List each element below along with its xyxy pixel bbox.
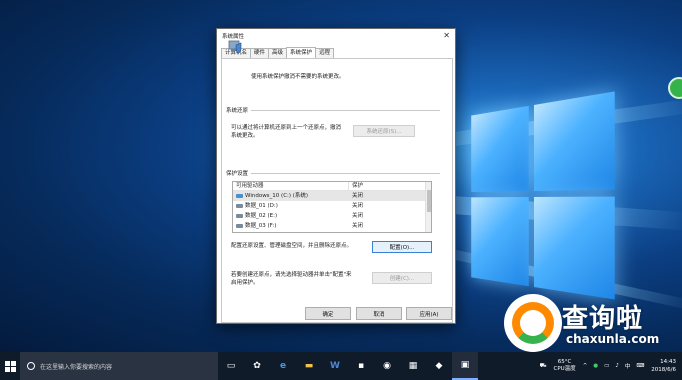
configure-button[interactable]: 配置(O)... [372, 241, 432, 253]
drive-row-f[interactable]: 数据_03 (F:) 关闭 [233, 221, 431, 231]
tray-chevron-icon[interactable]: ^ [580, 363, 591, 369]
drive-name: 数据_02 (E:) [245, 211, 277, 221]
tray-volume-icon[interactable]: ♪ [612, 363, 622, 369]
restore-group-divider [228, 110, 440, 111]
search-placeholder: 在这里输入你要搜索的内容 [40, 362, 112, 371]
create-button[interactable]: 创建(C)... [372, 272, 432, 284]
windows-start-icon [5, 361, 16, 372]
tray-network-icon[interactable]: ▭ [601, 363, 612, 369]
tab-system-protection[interactable]: 系统保护 [286, 47, 316, 58]
tray-app-icon[interactable]: ⛟ [537, 363, 550, 370]
tab-hardware[interactable]: 硬件 [250, 48, 269, 58]
start-button[interactable] [0, 352, 20, 380]
watermark-logo-q-icon [512, 302, 554, 344]
watermark-url: chaxunla.com [566, 332, 659, 346]
chaxunla-watermark: 查询啦 chaxunla.com [500, 290, 680, 360]
task-view-icon[interactable]: ▭ [218, 352, 244, 380]
tray-keyboard-icon[interactable]: ⌨ [633, 363, 647, 369]
create-description: 若要创建还原点，请先选择驱动器并单击"配置"来 启用保护。 [231, 271, 352, 287]
drive-list[interactable]: 可用驱动器 保护 Windows_10 (C:) (系统) 关闭 数据_01 (… [232, 181, 432, 233]
drive-icon [236, 214, 243, 218]
drive-row-e[interactable]: 数据_02 (E:) 关闭 [233, 211, 431, 221]
drive-status: 关闭 [349, 201, 363, 211]
windows-logo-graphic [471, 91, 615, 308]
restore-description: 可以通过将计算机还原到上一个还原点，撤消 系统更改。 [231, 124, 341, 140]
close-icon[interactable]: ✕ [443, 31, 450, 40]
dialog-titlebar[interactable]: 系统属性 [217, 29, 455, 43]
protection-group-title: 保护设置 [226, 169, 251, 177]
protection-description: 使用系统保护撤消不需要的系统更改。 [251, 72, 345, 80]
create-description-line2: 启用保护。 [231, 279, 352, 287]
drive-list-header: 可用驱动器 保护 [233, 182, 431, 191]
cpu-temp-label: CPU温度 [554, 366, 576, 373]
cpu-temperature[interactable]: 65°C CPU温度 [550, 359, 580, 373]
drive-status: 关闭 [349, 211, 363, 221]
drive-row-d[interactable]: 数据_01 (D:) 关闭 [233, 201, 431, 211]
drive-status: 关闭 [349, 221, 363, 231]
taskbar-clock[interactable]: 14:43 2018/6/6 [647, 358, 682, 374]
desktop-green-badge[interactable] [668, 77, 682, 99]
cpu-temp-value: 65°C [558, 359, 572, 366]
restore-description-line1: 可以通过将计算机还原到上一个还原点，撤消 [231, 124, 341, 132]
apply-button[interactable]: 应用(A) [406, 307, 452, 320]
cortana-icon [27, 362, 35, 370]
drive-icon [236, 204, 243, 208]
create-description-line1: 若要创建还原点，请先选择驱动器并单击"配置"来 [231, 271, 352, 279]
word-icon[interactable]: W [322, 352, 348, 380]
drive-icon [236, 224, 243, 228]
drive-row-c[interactable]: Windows_10 (C:) (系统) 关闭 [233, 191, 431, 201]
column-header-protection[interactable]: 保护 [349, 182, 363, 190]
system-drive-icon [236, 194, 243, 198]
drive-list-scrollbar[interactable] [425, 182, 431, 232]
app-icon-2[interactable]: ◉ [374, 352, 400, 380]
app-icon-4[interactable]: ◆ [426, 352, 452, 380]
file-explorer-icon[interactable]: ▬ [296, 352, 322, 380]
drive-name: Windows_10 (C:) (系统) [245, 191, 308, 201]
app-icon-3[interactable]: ▦ [400, 352, 426, 380]
clock-date: 2018/6/6 [651, 366, 676, 374]
scrollbar-thumb[interactable] [427, 190, 431, 212]
taskbar-search-box[interactable]: 在这里输入你要搜索的内容 [20, 352, 218, 380]
app-icon-1[interactable]: ▪ [348, 352, 374, 380]
drive-name: 数据_03 (F:) [245, 221, 276, 231]
column-header-drive[interactable]: 可用驱动器 [233, 182, 349, 190]
ok-button[interactable]: 确定 [305, 307, 351, 320]
system-restore-button[interactable]: 系统还原(S)... [353, 125, 415, 137]
drive-name: 数据_01 (D:) [245, 201, 278, 211]
system-properties-taskbar-icon[interactable]: ▣ [452, 352, 478, 380]
cancel-button[interactable]: 取消 [356, 307, 402, 320]
ime-indicator[interactable]: 中 [622, 362, 634, 370]
drive-status: 关闭 [349, 191, 363, 201]
protection-group-divider [228, 173, 440, 174]
taskbar: 在这里输入你要搜索的内容 ▭ ✿ e ▬ W ▪ ◉ ▦ ◆ ▣ ⛟ 65°C … [0, 352, 682, 380]
tab-advanced[interactable]: 高级 [268, 48, 287, 58]
edge-browser-icon[interactable]: e [270, 352, 296, 380]
clock-time: 14:43 [660, 358, 676, 366]
system-protection-icon [228, 38, 242, 54]
system-tray: ⛟ 65°C CPU温度 ^ ● ▭ ♪ 中 ⌨ 14:43 2018/6/6 [537, 352, 682, 380]
tray-shield-icon[interactable]: ● [590, 363, 601, 369]
pinwheel-app-icon[interactable]: ✿ [244, 352, 270, 380]
restore-description-line2: 系统更改。 [231, 132, 341, 140]
restore-group-title: 系统还原 [226, 106, 251, 114]
tab-remote[interactable]: 远程 [315, 48, 334, 58]
watermark-chinese-text: 查询啦 [562, 298, 643, 335]
configure-description: 配置还原设置、管理磁盘空间，并且删除还原点。 [231, 242, 352, 250]
